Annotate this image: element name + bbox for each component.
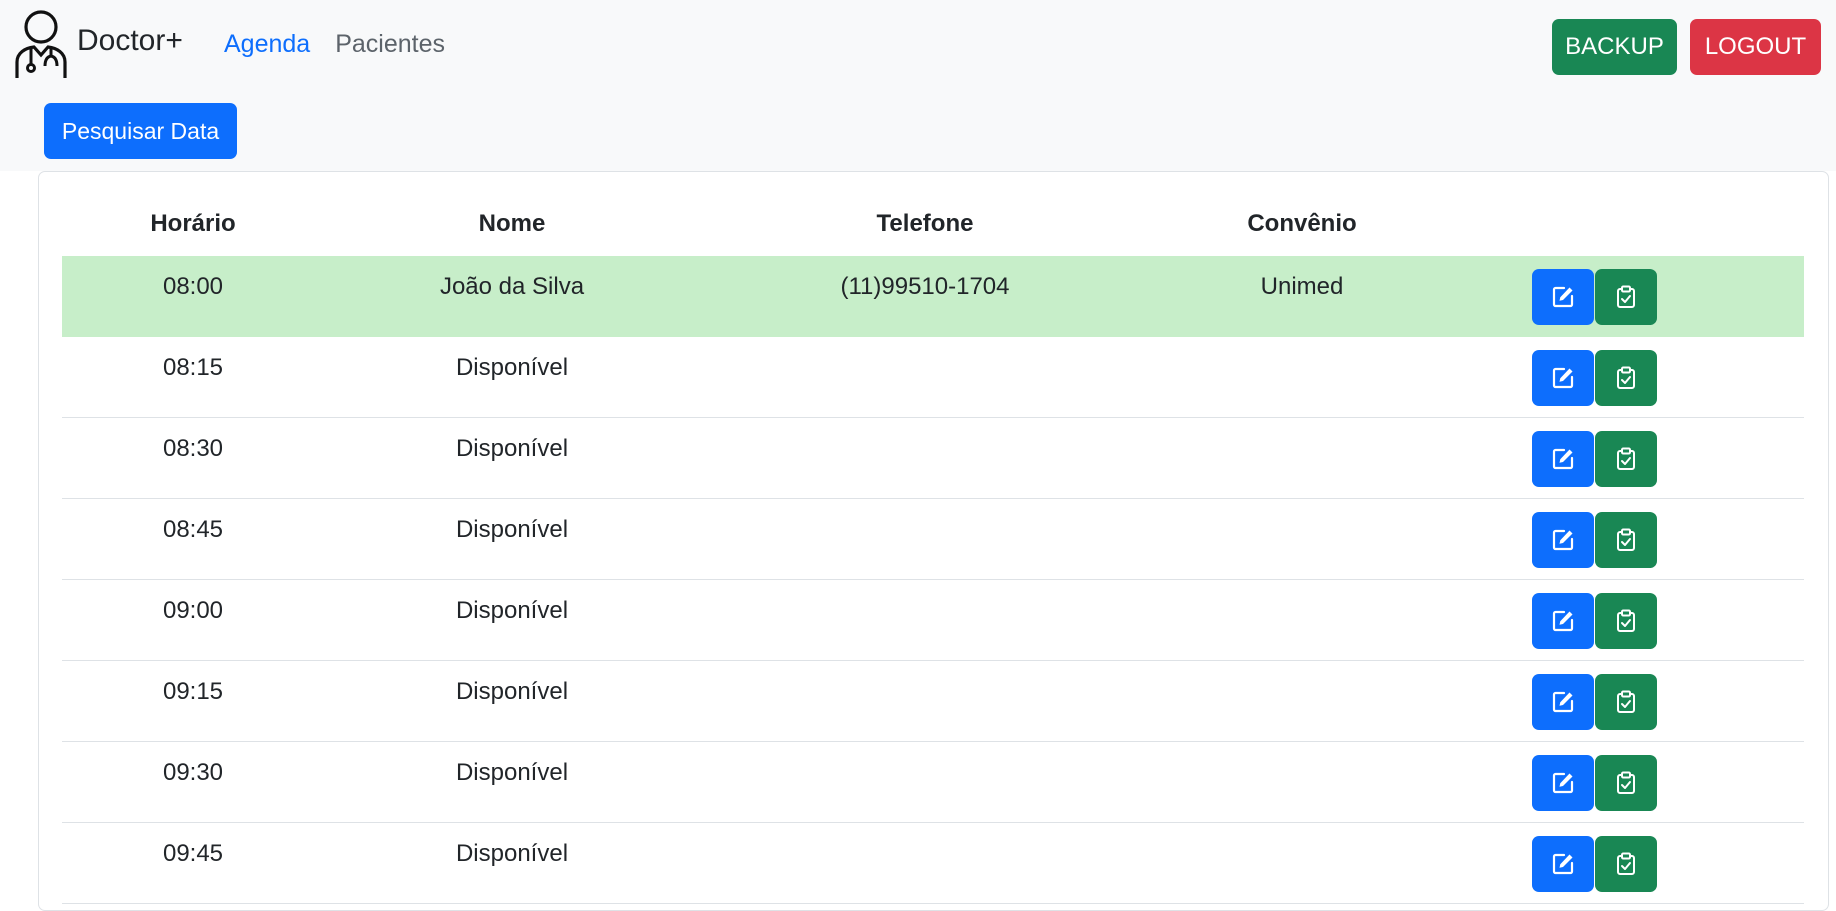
- row-time: 08:00: [162, 273, 224, 300]
- confirm-appointment-button[interactable]: [1595, 674, 1657, 730]
- edit-appointment-button[interactable]: [1532, 350, 1594, 406]
- row-plan: Unimed: [1260, 273, 1344, 300]
- table-row: 09:15 Disponível: [62, 661, 1804, 742]
- row-name: Disponível: [455, 435, 569, 462]
- header-telefone: Telefone: [876, 210, 974, 237]
- row-name: Disponível: [455, 840, 569, 867]
- row-name: Disponível: [455, 597, 569, 624]
- table-row: 08:45 Disponível: [62, 499, 1804, 580]
- table-header: Horário Nome Telefone Convênio: [62, 210, 1804, 256]
- table-row: 08:15 Disponível: [62, 337, 1804, 418]
- row-phone: (11)99510-1704: [840, 273, 1010, 300]
- edit-appointment-button[interactable]: [1532, 431, 1594, 487]
- confirm-appointment-button[interactable]: [1595, 512, 1657, 568]
- edit-icon: [1550, 365, 1576, 391]
- table-row: 09:45 Disponível: [62, 823, 1804, 904]
- edit-icon: [1550, 284, 1576, 310]
- edit-appointment-button[interactable]: [1532, 593, 1594, 649]
- row-time: 08:15: [162, 354, 224, 381]
- row-time: 09:15: [162, 678, 224, 705]
- logout-button[interactable]: LOGOUT: [1690, 19, 1821, 75]
- header-convenio: Convênio: [1247, 210, 1357, 237]
- backup-button[interactable]: BACKUP: [1552, 19, 1677, 75]
- clipboard-check-icon: [1613, 446, 1639, 472]
- clipboard-check-icon: [1613, 770, 1639, 796]
- edit-icon: [1550, 689, 1576, 715]
- clipboard-check-icon: [1613, 284, 1639, 310]
- edit-appointment-button[interactable]: [1532, 269, 1594, 325]
- table-row: 09:00 Disponível: [62, 580, 1804, 661]
- confirm-appointment-button[interactable]: [1595, 269, 1657, 325]
- confirm-appointment-button[interactable]: [1595, 836, 1657, 892]
- edit-icon: [1550, 446, 1576, 472]
- edit-appointment-button[interactable]: [1532, 512, 1594, 568]
- edit-icon: [1550, 851, 1576, 877]
- search-date-button[interactable]: Pesquisar Data: [44, 103, 237, 159]
- clipboard-check-icon: [1613, 689, 1639, 715]
- nav-pacientes-link[interactable]: Pacientes: [335, 30, 445, 59]
- confirm-appointment-button[interactable]: [1595, 350, 1657, 406]
- edit-icon: [1550, 770, 1576, 796]
- row-time: 09:30: [162, 759, 224, 786]
- navbar: Doctor+ Agenda Pacientes BACKUP LOGOUT P…: [0, 0, 1836, 171]
- row-time: 09:45: [162, 840, 224, 867]
- row-time: 08:45: [162, 516, 224, 543]
- clipboard-check-icon: [1613, 365, 1639, 391]
- brand[interactable]: Doctor+: [14, 10, 183, 80]
- confirm-appointment-button[interactable]: [1595, 755, 1657, 811]
- clipboard-check-icon: [1613, 527, 1639, 553]
- clipboard-check-icon: [1613, 851, 1639, 877]
- table-row: 08:00 João da Silva (11)99510-1704 Unimed: [62, 256, 1804, 337]
- main-nav: Agenda Pacientes: [224, 30, 445, 59]
- header-horario: Horário: [150, 210, 236, 237]
- row-name: Disponível: [455, 678, 569, 705]
- table-row: 09:30 Disponível: [62, 742, 1804, 823]
- nav-agenda-link[interactable]: Agenda: [224, 30, 310, 59]
- edit-icon: [1550, 527, 1576, 553]
- edit-icon: [1550, 608, 1576, 634]
- edit-appointment-button[interactable]: [1532, 755, 1594, 811]
- table-row: 08:30 Disponível: [62, 418, 1804, 499]
- header-nome: Nome: [478, 210, 546, 237]
- row-name: Disponível: [455, 516, 569, 543]
- confirm-appointment-button[interactable]: [1595, 593, 1657, 649]
- row-name: Disponível: [455, 354, 569, 381]
- row-name: João da Silva: [439, 273, 585, 300]
- clipboard-check-icon: [1613, 608, 1639, 634]
- row-time: 08:30: [162, 435, 224, 462]
- row-time: 09:00: [162, 597, 224, 624]
- brand-name: Doctor+: [77, 24, 183, 57]
- edit-appointment-button[interactable]: [1532, 674, 1594, 730]
- doctor-icon: [15, 10, 67, 78]
- edit-appointment-button[interactable]: [1532, 836, 1594, 892]
- row-name: Disponível: [455, 759, 569, 786]
- confirm-appointment-button[interactable]: [1595, 431, 1657, 487]
